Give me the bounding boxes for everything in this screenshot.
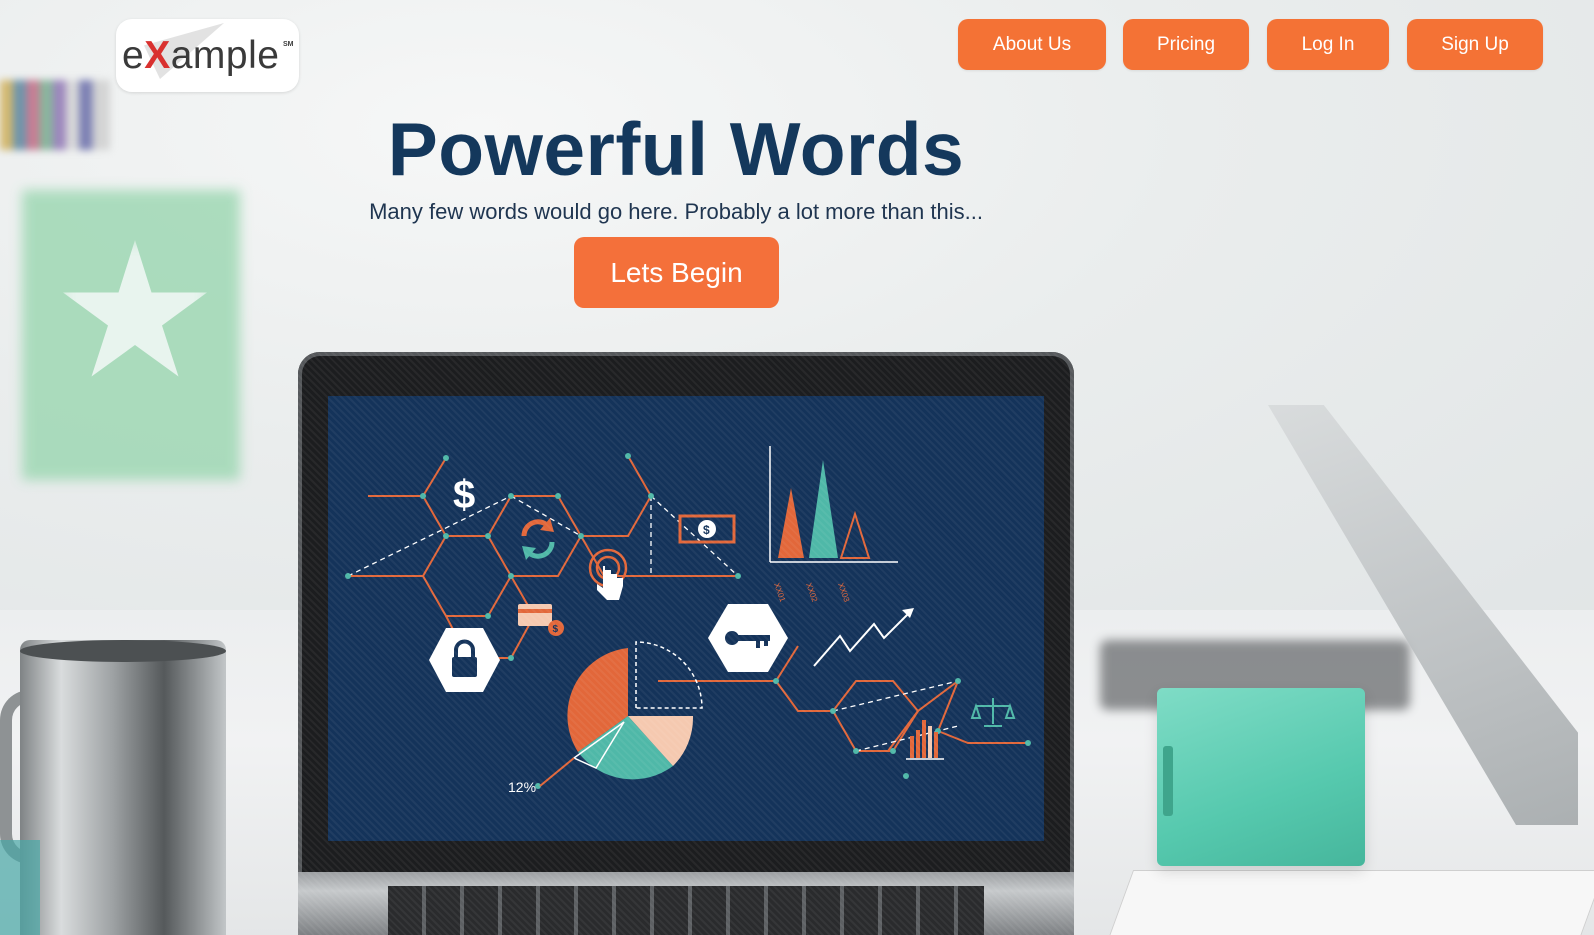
logo-prefix: e — [122, 34, 145, 77]
background-paper — [1106, 870, 1594, 935]
svg-text:$: $ — [553, 624, 559, 635]
dollar-icon: $ — [453, 473, 475, 517]
sign-up-button[interactable]: Sign Up — [1407, 19, 1543, 70]
logo-service-mark: SM — [283, 41, 294, 48]
triangle-chart: XX01 XX02 XX03 — [769, 446, 898, 604]
background-mug — [20, 640, 226, 935]
axis-label-xx02: XX02 — [804, 582, 819, 604]
logo[interactable]: eXample SM — [116, 19, 299, 92]
key-icon — [708, 604, 788, 672]
pricing-button[interactable]: Pricing — [1123, 19, 1249, 70]
logo-accent-letter: X — [144, 34, 171, 77]
background-edge-object — [0, 840, 40, 935]
axis-label-xx03: XX03 — [836, 582, 851, 604]
money-bill-icon: $ — [678, 514, 736, 544]
screen-illustration: $ $ $ 12% XX01 XX02 XX03 — [345, 446, 1031, 795]
log-in-button[interactable]: Log In — [1267, 19, 1389, 70]
logo-suffix: ample — [170, 34, 280, 77]
scale-icon — [970, 698, 1016, 727]
svg-text:$: $ — [703, 523, 710, 537]
laptop: $ $ $ 12% XX01 XX02 XX03 — [298, 352, 1074, 935]
trend-arrow-icon — [813, 608, 914, 667]
laptop-screen: $ $ $ 12% XX01 XX02 XX03 — [328, 396, 1044, 841]
hero-title: Powerful Words — [387, 107, 965, 191]
about-us-button[interactable]: About Us — [958, 19, 1106, 70]
network-lines — [348, 455, 1028, 752]
logo-wordmark: eXample — [122, 34, 279, 78]
axis-label-xx01: XX01 — [772, 582, 787, 604]
refresh-icon — [521, 518, 555, 560]
pie-chart-icon — [539, 641, 703, 787]
background-speaker — [1157, 688, 1365, 866]
dashed-lines — [347, 495, 959, 752]
lets-begin-button[interactable]: Lets Begin — [574, 237, 779, 308]
hero-subtitle: Many few words would go here. Probably a… — [369, 199, 983, 224]
bar-chart-icon — [906, 720, 944, 760]
percent-label: 12% — [508, 779, 536, 795]
lock-icon — [429, 628, 500, 692]
laptop-keyboard — [298, 872, 1074, 935]
